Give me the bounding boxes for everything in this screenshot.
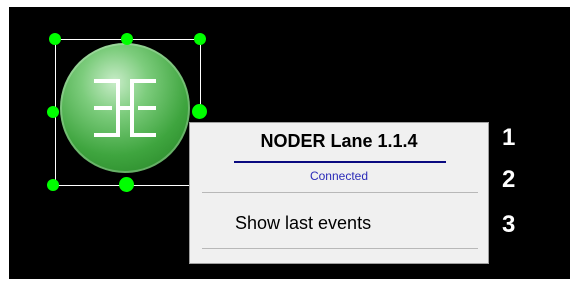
noder-logo-icon[interactable]	[60, 43, 190, 173]
title-underline	[234, 161, 446, 163]
resize-handle-bottom-center[interactable]	[119, 177, 134, 192]
selection-border-right	[200, 39, 201, 111]
callout-1: 1	[502, 124, 516, 151]
menu-title: NODER Lane 1.1.4	[260, 131, 418, 151]
menu-separator	[202, 192, 478, 193]
menu-item-show-last-events[interactable]: Show last events	[191, 205, 487, 241]
resize-handle-top-center[interactable]	[121, 33, 133, 45]
noder-glyph-icon	[94, 79, 156, 137]
resize-handle-top-left[interactable]	[49, 33, 61, 45]
callout-3: 3	[502, 211, 516, 238]
resize-handle-middle-left[interactable]	[47, 106, 59, 118]
resize-handle-top-right[interactable]	[194, 33, 206, 45]
connection-status: Connected	[309, 169, 369, 183]
callout-2: 2	[502, 166, 516, 193]
resize-handle-middle-right[interactable]	[192, 104, 207, 119]
menu-separator	[202, 248, 478, 249]
resize-handle-bottom-left[interactable]	[47, 179, 59, 191]
context-menu: NODER Lane 1.1.4 Connected Show last eve…	[189, 122, 489, 264]
